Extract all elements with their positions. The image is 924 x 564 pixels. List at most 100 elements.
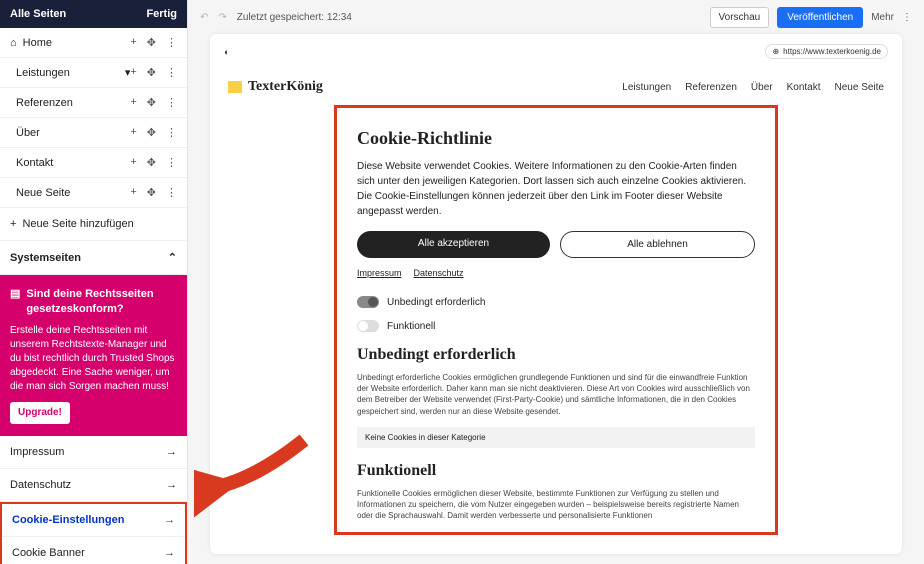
syslink-label: Cookie-Einstellungen bbox=[12, 514, 124, 526]
content-highlight-frame: Cookie-Richtlinie Diese Website verwende… bbox=[334, 105, 778, 535]
add-icon[interactable]: + bbox=[130, 126, 136, 139]
syslink-cookie-einstellungen[interactable]: Cookie-Einstellungen → bbox=[2, 504, 185, 537]
more-menu[interactable]: Mehr bbox=[871, 12, 894, 23]
syslink-datenschutz[interactable]: Datenschutz → bbox=[0, 469, 187, 502]
all-pages-label[interactable]: Alle Seiten bbox=[10, 8, 66, 20]
syslink-label: Cookie Banner bbox=[12, 547, 85, 559]
page-name: Über bbox=[16, 127, 130, 139]
site-nav: TexterKönig Leistungen Referenzen Über K… bbox=[210, 69, 902, 105]
dark-mode-icon[interactable]: ◐ bbox=[224, 47, 229, 57]
nav-link[interactable]: Leistungen bbox=[622, 82, 671, 93]
promo-title-text: Sind deine Rechtsseiten gesetzeskonform? bbox=[26, 287, 177, 318]
page-name: Neue Seite bbox=[16, 187, 130, 199]
annotation-arrow bbox=[194, 430, 314, 520]
promo-body: Erstelle deine Rechtsseiten mit unserem … bbox=[10, 324, 177, 394]
more-icon[interactable]: ⋮ bbox=[166, 96, 177, 109]
url-pill[interactable]: ⊕ https://www.texterkoenig.de bbox=[765, 44, 888, 59]
sidebar-header: Alle Seiten Fertig bbox=[0, 0, 187, 28]
toggle-functional-label: Funktionell bbox=[387, 321, 435, 332]
page-row-uber[interactable]: Über + ✥ ⋮ bbox=[0, 118, 187, 148]
page-row-neueseite[interactable]: Neue Seite + ✥ ⋮ bbox=[0, 178, 187, 208]
globe-icon: ⊕ bbox=[772, 47, 779, 56]
editor-topbar: ↶ ↷ Zuletzt gespeichert: 12:34 Vorschau … bbox=[188, 0, 924, 34]
promo-box: ▤ Sind deine Rechtsseiten gesetzeskonfor… bbox=[0, 275, 187, 436]
syslink-label: Datenschutz bbox=[10, 479, 71, 491]
arrow-right-icon: → bbox=[164, 547, 175, 559]
add-icon[interactable]: + bbox=[130, 186, 136, 199]
plus-icon: + bbox=[10, 218, 16, 230]
url-text: https://www.texterkoenig.de bbox=[783, 47, 881, 56]
datenschutz-link[interactable]: Datenschutz bbox=[414, 268, 464, 278]
syslink-label: Impressum bbox=[10, 446, 64, 458]
document-icon: ▤ bbox=[10, 287, 20, 318]
syslink-cookie-banner[interactable]: Cookie Banner → bbox=[2, 537, 185, 564]
system-pages-header[interactable]: Systemseiten ⌃ bbox=[0, 241, 187, 275]
nav-link[interactable]: Referenzen bbox=[685, 82, 737, 93]
upgrade-button[interactable]: Upgrade! bbox=[10, 402, 70, 424]
redo-icon[interactable]: ↷ bbox=[218, 12, 226, 23]
home-icon: ⌂ bbox=[10, 37, 17, 49]
page-row-leistungen[interactable]: Leistungen ▾ +✥⋮ bbox=[0, 58, 187, 88]
done-button[interactable]: Fertig bbox=[146, 8, 177, 20]
add-icon[interactable]: + bbox=[130, 66, 136, 79]
functional-desc: Funktionelle Cookies ermöglichen dieser … bbox=[357, 488, 755, 522]
toggle-required[interactable] bbox=[357, 296, 379, 308]
page-name: Leistungen bbox=[16, 67, 121, 79]
nav-link[interactable]: Kontakt bbox=[787, 82, 821, 93]
move-icon[interactable]: ✥ bbox=[147, 36, 156, 49]
required-heading: Unbedingt erforderlich bbox=[357, 346, 755, 364]
move-icon[interactable]: ✥ bbox=[147, 126, 156, 139]
add-icon[interactable]: + bbox=[130, 156, 136, 169]
more-icon[interactable]: ⋮ bbox=[166, 66, 177, 79]
move-icon[interactable]: ✥ bbox=[147, 96, 156, 109]
arrow-right-icon: → bbox=[164, 514, 175, 526]
impressum-link[interactable]: Impressum bbox=[357, 268, 402, 278]
required-desc: Unbedingt erforderliche Cookies ermöglic… bbox=[357, 372, 755, 417]
syslink-impressum[interactable]: Impressum → bbox=[0, 436, 187, 469]
preview-button[interactable]: Vorschau bbox=[710, 7, 770, 28]
page-name: Kontakt bbox=[16, 157, 130, 169]
site-logo[interactable]: TexterKönig bbox=[228, 79, 323, 95]
page-name: Home bbox=[23, 37, 131, 49]
accept-all-button[interactable]: Alle akzeptieren bbox=[357, 231, 550, 258]
brand-name: TexterKönig bbox=[248, 79, 323, 95]
nav-link[interactable]: Neue Seite bbox=[835, 82, 884, 93]
no-cookies-box: Keine Cookies in dieser Kategorie bbox=[357, 427, 755, 448]
more-icon[interactable]: ⋮ bbox=[166, 36, 177, 49]
undo-icon[interactable]: ↶ bbox=[200, 12, 208, 23]
add-page-label: Neue Seite hinzufügen bbox=[22, 218, 133, 230]
nav-links: Leistungen Referenzen Über Kontakt Neue … bbox=[622, 82, 884, 93]
add-icon[interactable]: + bbox=[130, 36, 136, 49]
move-icon[interactable]: ✥ bbox=[147, 186, 156, 199]
arrow-right-icon: → bbox=[166, 446, 177, 458]
promo-title: ▤ Sind deine Rechtsseiten gesetzeskonfor… bbox=[10, 287, 177, 318]
more-icon[interactable]: ⋮ bbox=[902, 12, 912, 23]
move-icon[interactable]: ✥ bbox=[147, 66, 156, 79]
more-icon[interactable]: ⋮ bbox=[166, 186, 177, 199]
highlight-box: Cookie-Einstellungen → Cookie Banner → bbox=[0, 502, 187, 564]
page-row-home[interactable]: ⌂ Home + ✥ ⋮ bbox=[0, 28, 187, 58]
page-list: ⌂ Home +✥⋮ Leistungen ▾ +✥⋮ Referenzen +… bbox=[0, 28, 187, 208]
add-page-button[interactable]: + Neue Seite hinzufügen bbox=[0, 208, 187, 241]
nav-link[interactable]: Über bbox=[751, 82, 773, 93]
toggle-functional[interactable] bbox=[357, 320, 379, 332]
logo-mark bbox=[228, 81, 242, 93]
more-icon[interactable]: ⋮ bbox=[166, 156, 177, 169]
canvas-topbar: ◐ ⊕ https://www.texterkoenig.de bbox=[210, 34, 902, 69]
decline-all-button[interactable]: Alle ablehnen bbox=[560, 231, 755, 258]
cookie-policy-intro: Diese Website verwendet Cookies. Weitere… bbox=[357, 159, 755, 219]
last-saved: Zuletzt gespeichert: 12:34 bbox=[237, 12, 352, 23]
arrow-right-icon: → bbox=[166, 479, 177, 491]
move-icon[interactable]: ✥ bbox=[147, 156, 156, 169]
page-row-referenzen[interactable]: Referenzen + ✥ ⋮ bbox=[0, 88, 187, 118]
toggle-required-label: Unbedingt erforderlich bbox=[387, 297, 485, 308]
page-row-kontakt[interactable]: Kontakt + ✥ ⋮ bbox=[0, 148, 187, 178]
add-icon[interactable]: + bbox=[130, 96, 136, 109]
publish-button[interactable]: Veröffentlichen bbox=[777, 7, 863, 28]
chevron-up-icon: ⌃ bbox=[168, 251, 177, 264]
page-name: Referenzen bbox=[16, 97, 130, 109]
more-icon[interactable]: ⋮ bbox=[166, 126, 177, 139]
system-pages-label: Systemseiten bbox=[10, 252, 81, 264]
functional-heading: Funktionell bbox=[357, 462, 755, 480]
sidebar: Alle Seiten Fertig ⌂ Home + ✥ ⋮ Leistungen… bbox=[0, 0, 188, 564]
